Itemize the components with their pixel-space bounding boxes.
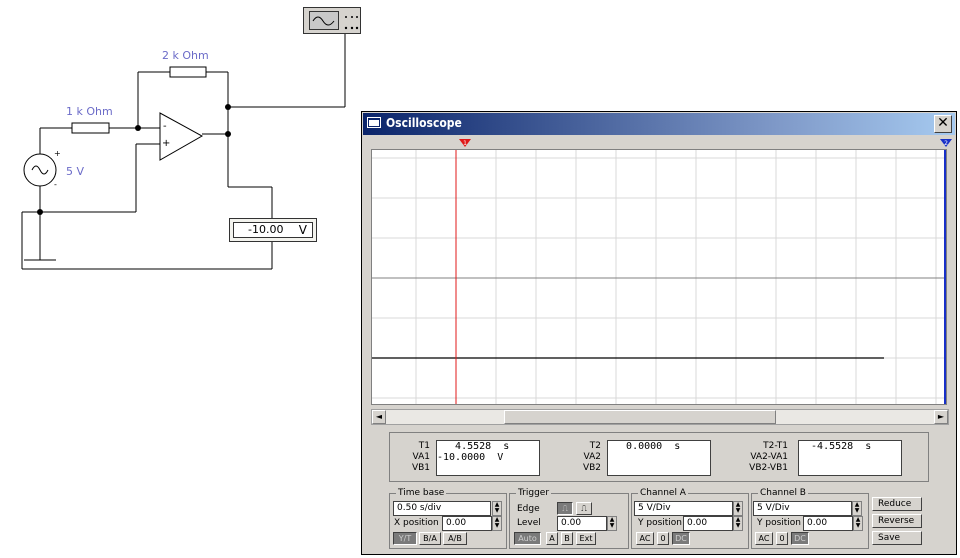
va2-label: VA2 xyxy=(583,452,601,462)
resistor-feedback-label: 2 k Ohm xyxy=(162,49,209,62)
x-position-label: X position xyxy=(394,518,439,528)
trigger-b-button[interactable]: B xyxy=(561,532,573,545)
channel-b-ypos-spinner[interactable]: ▲ ▼ xyxy=(853,516,863,531)
trigger-level-spinner[interactable]: ▲ ▼ xyxy=(607,516,617,531)
cursor2-label: 2 xyxy=(944,140,948,147)
ab-mode-button[interactable]: A/B xyxy=(443,532,467,545)
dvb-label: VB2-VB1 xyxy=(749,463,788,473)
channel-b-zero-button[interactable]: 0 xyxy=(776,532,788,545)
timebase-spinner[interactable]: ▲ ▼ xyxy=(492,501,502,516)
va1-label: VA1 xyxy=(412,452,430,462)
channel-b-dc-button[interactable]: DC xyxy=(791,532,809,545)
voltmeter-display: -10.00 V xyxy=(233,222,313,238)
channel-b-scale-select[interactable]: 5 V/Div xyxy=(753,501,852,516)
voltmeter[interactable]: -10.00 V xyxy=(229,218,317,242)
t2-label: T2 xyxy=(589,441,601,451)
opamp-plus-label: + xyxy=(162,138,171,149)
channel-a-ypos-spinner[interactable]: ▲ ▼ xyxy=(733,516,743,531)
trigger-a-button[interactable]: A xyxy=(546,532,558,545)
close-button[interactable]: ✕ xyxy=(934,115,952,133)
source-plus-label: + xyxy=(54,149,61,158)
dt-label: T2-T1 xyxy=(763,441,788,451)
window-icon xyxy=(367,117,381,128)
x-position-spinner[interactable]: ▲ ▼ xyxy=(492,516,502,531)
reverse-button[interactable]: Reverse xyxy=(872,514,922,528)
cursor1-label: 1 xyxy=(463,140,467,147)
vb2-label: VB2 xyxy=(582,463,601,473)
channel-b-ypos-label: Y position xyxy=(757,518,802,528)
trigger-ext-button[interactable]: Ext xyxy=(576,532,596,545)
scroll-thumb[interactable] xyxy=(504,410,776,424)
dva-label: VA2-VA1 xyxy=(750,452,788,462)
voltmeter-unit: V xyxy=(298,223,307,237)
save-button[interactable]: Save xyxy=(872,531,922,545)
channel-a-scale-select[interactable]: 5 V/Div xyxy=(634,501,733,516)
delta-values: -4.5528 s xyxy=(798,440,902,476)
channel-b-ypos-input[interactable]: 0.00 xyxy=(803,516,853,531)
yt-mode-button[interactable]: Y/T xyxy=(393,532,417,545)
channel-a-scale-spinner[interactable]: ▲ ▼ xyxy=(733,501,743,516)
source-minus-label: - xyxy=(54,180,57,189)
cursor1-values: 4.5528 s -10.0000 V xyxy=(436,440,540,476)
channel-b-ac-button[interactable]: AC xyxy=(755,532,773,545)
scope-grid xyxy=(372,150,946,404)
trigger-level-input[interactable]: 0.00 xyxy=(557,516,607,531)
cursor2-values: 0.0000 s xyxy=(607,440,711,476)
opamp-minus-label: - xyxy=(163,121,167,132)
scope-display[interactable] xyxy=(371,149,947,405)
timebase-title: Time base xyxy=(396,487,447,499)
horizontal-scrollbar[interactable]: ◄ ► xyxy=(371,409,949,425)
cursor-readout-panel: T1 VA1 VB1 4.5528 s -10.0000 V T2 VA2 VB2… xyxy=(389,432,929,482)
resistor-feedback xyxy=(169,66,207,78)
scroll-right-button[interactable]: ► xyxy=(934,410,948,424)
resistor-input-label: 1 k Ohm xyxy=(66,105,113,118)
falling-edge-icon[interactable]: ⎍ xyxy=(576,502,592,515)
dt-value: -4.5528 s xyxy=(799,441,872,452)
edge-label: Edge xyxy=(517,504,540,514)
voltmeter-value: -10.00 xyxy=(248,223,284,236)
reduce-button[interactable]: Reduce xyxy=(872,497,922,511)
channel-a-ypos-input[interactable]: 0.00 xyxy=(683,516,733,531)
channel-a-dc-button[interactable]: DC xyxy=(672,532,690,545)
channel-a-zero-button[interactable]: 0 xyxy=(657,532,669,545)
channel-a-ac-button[interactable]: AC xyxy=(636,532,654,545)
title-bar[interactable]: Oscilloscope ✕ xyxy=(363,113,955,135)
vb1-label: VB1 xyxy=(411,463,430,473)
x-position-input[interactable]: 0.00 xyxy=(442,516,492,531)
resistor-input xyxy=(71,122,110,134)
source-voltage-label: 5 V xyxy=(66,165,85,178)
trigger-auto-button[interactable]: Auto xyxy=(514,532,541,545)
channel-b-scale-spinner[interactable]: ▲ ▼ xyxy=(852,501,862,516)
t2-value: 0.0000 s xyxy=(608,441,681,452)
oscilloscope-instrument-icon[interactable] xyxy=(303,7,361,34)
window-title: Oscilloscope xyxy=(386,116,462,130)
rising-edge-icon[interactable]: ⎍ xyxy=(557,502,573,515)
level-label: Level xyxy=(517,518,541,528)
channel-b-title: Channel B xyxy=(758,487,808,499)
channel-a-title: Channel A xyxy=(638,487,688,499)
t1-value: 4.5528 s xyxy=(437,441,510,452)
timebase-select[interactable]: 0.50 s/div xyxy=(393,501,491,516)
va1-value: -10.0000 V xyxy=(437,452,504,463)
ba-mode-button[interactable]: B/A xyxy=(419,532,441,545)
t1-label: T1 xyxy=(418,441,430,451)
trigger-title: Trigger xyxy=(516,487,552,499)
scroll-left-button[interactable]: ◄ xyxy=(372,410,386,424)
channel-a-ypos-label: Y position xyxy=(638,518,683,528)
